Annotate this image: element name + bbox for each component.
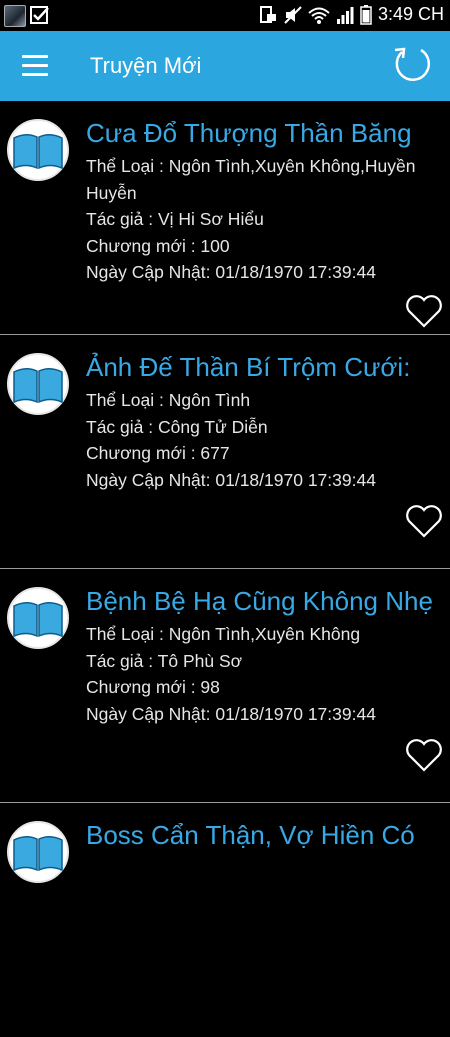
status-indicators: 3:49 CH — [258, 4, 444, 25]
check-notification-icon — [30, 6, 49, 24]
heart-icon[interactable] — [404, 293, 444, 329]
story-title[interactable]: Bệnh Bệ Hạ Cũng Không Nhẹ — [86, 583, 440, 619]
story-updated: Ngày Cập Nhật: 01/18/1970 17:39:44 — [86, 701, 440, 728]
story-author: Tác giả : Vị Hi Sơ Hiểu — [86, 206, 440, 233]
signal-icon — [336, 6, 354, 24]
hamburger-menu-line — [22, 64, 48, 67]
status-bar: 3:49 CH — [0, 0, 450, 31]
updated-label: Ngày Cập Nhật: — [86, 469, 216, 490]
story-updated: Ngày Cập Nhật: 01/18/1970 17:39:44 — [86, 259, 440, 286]
story-list-item[interactable]: Bệnh Bệ Hạ Cũng Không Nhẹ Thể Loại : Ngô… — [0, 569, 450, 803]
story-list: Cưa Đổ Thượng Thần Băng Thể Loại : Ngôn … — [0, 101, 450, 1037]
story-title[interactable]: Cưa Đổ Thượng Thần Băng — [86, 115, 440, 151]
genre-label: Thể Loại : — [86, 156, 169, 176]
story-genre: Thể Loại : Ngôn Tình,Xuyên Không — [86, 621, 440, 648]
refresh-icon[interactable] — [390, 41, 436, 87]
chapter-label: Chương mới : — [86, 235, 201, 256]
story-title[interactable]: Ảnh Đế Thần Bí Trộm Cưới: — [86, 349, 440, 385]
page-title: Truyện Mới — [90, 53, 202, 78]
author-value: Tô Phù Sơ — [157, 650, 243, 671]
author-value: Vị Hi Sơ Hiểu — [157, 209, 264, 229]
story-author: Tác giả : Tô Phù Sơ — [86, 648, 440, 675]
app-notification-icon — [4, 5, 26, 27]
story-list-item[interactable]: Boss Cẩn Thận, Vợ Hiền Có — [0, 803, 450, 1037]
genre-value: Ngôn Tình — [168, 390, 251, 410]
chapter-value: 100 — [200, 235, 230, 256]
wifi-icon — [308, 7, 330, 24]
chapter-label: Chương mới : — [86, 443, 201, 463]
story-chapter: Chương mới : 100 — [86, 233, 440, 260]
story-title[interactable]: Boss Cẩn Thận, Vợ Hiền Có — [86, 817, 440, 853]
author-label: Tác giả : — [86, 650, 158, 671]
story-list-item[interactable]: Ảnh Đế Thần Bí Trộm Cưới: Thể Loại : Ngô… — [0, 335, 450, 569]
genre-value: Ngôn Tình,Xuyên Không — [168, 624, 361, 644]
heart-icon[interactable] — [404, 737, 444, 773]
updated-value: 01/18/1970 17:39:44 — [215, 469, 376, 490]
book-icon — [7, 587, 69, 649]
updated-value: 01/18/1970 17:39:44 — [215, 703, 376, 724]
updated-label: Ngày Cập Nhật: — [86, 262, 216, 282]
story-updated: Ngày Cập Nhật: 01/18/1970 17:39:44 — [86, 467, 440, 494]
story-chapter: Chương mới : 98 — [86, 674, 440, 701]
genre-label: Thể Loại : — [86, 624, 169, 644]
hamburger-menu-line — [22, 73, 48, 76]
book-icon — [7, 353, 69, 415]
heart-icon[interactable] — [404, 503, 444, 539]
battery-icon — [360, 4, 372, 25]
genre-label: Thể Loại : — [86, 390, 169, 410]
updated-value: 01/18/1970 17:39:44 — [215, 262, 376, 282]
story-info: Bệnh Bệ Hạ Cũng Không Nhẹ Thể Loại : Ngô… — [86, 583, 440, 727]
story-genre: Thể Loại : Ngôn Tình,Xuyên Không,Huyền H… — [86, 153, 440, 206]
chapter-label: Chương mới : — [86, 677, 201, 697]
updated-label: Ngày Cập Nhật: — [86, 703, 216, 724]
story-genre: Thể Loại : Ngôn Tình — [86, 387, 440, 414]
status-time: 3:49 CH — [377, 4, 444, 24]
screen-rotate-icon — [259, 5, 276, 23]
story-chapter: Chương mới : 677 — [86, 440, 440, 467]
story-author: Tác giả : Công Tử Diễn — [86, 414, 440, 441]
menu-button[interactable] — [22, 55, 48, 77]
chapter-value: 677 — [200, 443, 230, 463]
story-info: Ảnh Đế Thần Bí Trộm Cưới: Thể Loại : Ngô… — [86, 349, 440, 493]
story-info: Boss Cẩn Thận, Vợ Hiền Có — [86, 817, 440, 855]
story-list-item[interactable]: Cưa Đổ Thượng Thần Băng Thể Loại : Ngôn … — [0, 101, 450, 335]
hamburger-menu-icon — [22, 55, 48, 58]
author-label: Tác giả : — [86, 209, 158, 229]
status-notifications — [4, 5, 50, 27]
book-icon — [7, 821, 69, 883]
author-label: Tác giả : — [86, 416, 158, 437]
chapter-value: 98 — [200, 677, 220, 697]
story-info: Cưa Đổ Thượng Thần Băng Thể Loại : Ngôn … — [86, 115, 440, 286]
book-icon — [7, 119, 69, 181]
mute-icon — [284, 5, 302, 24]
author-value: Công Tử Diễn — [157, 416, 268, 437]
app-toolbar: Truyện Mới — [0, 31, 450, 101]
